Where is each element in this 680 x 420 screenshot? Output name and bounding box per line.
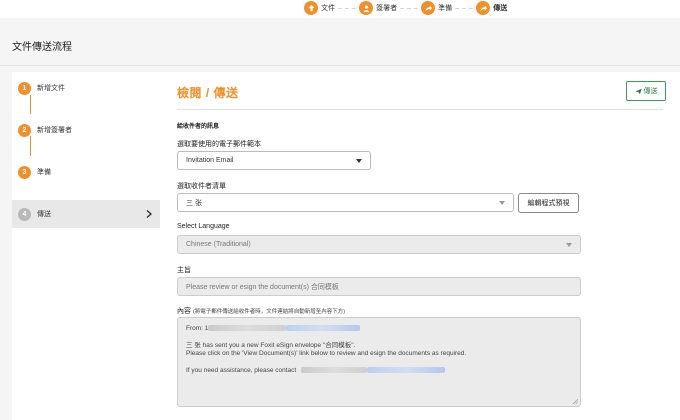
stepper-label-prepare: 準備 (438, 5, 453, 12)
stepper-connector: – – – (455, 4, 474, 12)
edit-preview-button[interactable]: 編輯程式預視 (518, 193, 579, 213)
email-template-value: Invitation Email (186, 157, 234, 164)
progress-stepper: 文件 – – – 簽署者 – – – 準備 – – – 傳送 (304, 1, 507, 15)
sidebar-item-prepare[interactable]: 3 準備 (12, 158, 160, 186)
section-title: 檢閱 / 傳送 (177, 86, 239, 100)
paper-plane-icon (634, 88, 642, 94)
subject-value: Please review or esign the document(s) 合… (186, 283, 339, 291)
recipient-list-label: 選取收件者清單 (177, 183, 226, 190)
language-value: Chinese (Traditional) (186, 241, 251, 248)
sidebar-item-add-signers[interactable]: 2 新增簽署者 (12, 116, 160, 144)
content-line-2: Please click on the 'View Document(s)' l… (186, 350, 467, 357)
stepper-connector: – – – (400, 4, 419, 12)
caret-down-icon (566, 243, 572, 247)
sidebar-item-label: 新增文件 (37, 85, 65, 92)
redacted-name (208, 325, 287, 332)
step-number-badge: 2 (18, 123, 31, 137)
content-label: 內容 (將電子郵件傳送給收件者時，文件連結將自動新增至內容下方) (177, 306, 345, 316)
top-stepper-bar: 文件 – – – 簽署者 – – – 準備 – – – 傳送 (0, 0, 680, 18)
page-header: 文件傳送流程 (0, 18, 680, 66)
content-help-line: If you need assistance, please contact (186, 367, 572, 376)
subject-label: 主旨 (177, 267, 191, 274)
share-arrow-icon (421, 1, 436, 15)
redacted-email (367, 366, 446, 373)
stepper-label-signers: 簽署者 (376, 5, 398, 12)
content-textarea[interactable]: From: 1 三 张 has sent you a new Foxit eSi… (177, 317, 581, 407)
stepper-label-send: 傳送 (493, 5, 508, 12)
send-button-label: 傳送 (643, 88, 658, 95)
content-from-line: From: 1 (186, 325, 572, 334)
person-icon (359, 1, 374, 15)
recipient-list-value: 三 张 (186, 199, 202, 207)
share-arrow-icon (476, 1, 491, 15)
stepper-connector: – – – (338, 4, 357, 12)
chevron-right-icon (146, 209, 153, 219)
document-upload-icon (304, 1, 318, 15)
send-button[interactable]: 傳送 (626, 81, 666, 101)
language-select[interactable]: Chinese (Traditional) (177, 235, 581, 254)
sidebar-item-send[interactable]: 4 傳送 (12, 200, 160, 228)
sidebar-item-label: 準備 (37, 169, 51, 176)
recipient-list-select[interactable]: 三 张 (177, 193, 514, 212)
caret-down-icon (499, 201, 505, 205)
page-title: 文件傳送流程 (12, 42, 72, 53)
recipient-info-label: 給收件者的訊息 (177, 124, 220, 130)
email-template-label: 選取要使用的電子郵件範本 (177, 141, 261, 148)
content-from-prefix: From: 1 (186, 325, 209, 332)
resize-handle-icon[interactable] (572, 398, 578, 404)
review-send-panel: 檢閱 / 傳送 傳送 給收件者的訊息 選取要使用的電子郵件範本 Invitati… (160, 72, 680, 420)
steps-sidebar: 1 新增文件 2 新增簽署者 3 準備 4 傳送 (12, 72, 160, 420)
language-label: Select Language (177, 223, 230, 230)
step-number-badge: 4 (18, 207, 31, 221)
email-template-select[interactable]: Invitation Email (177, 151, 371, 170)
caret-down-icon (356, 159, 362, 163)
subject-field[interactable]: Please review or esign the document(s) 合… (177, 277, 581, 296)
redacted-name (301, 366, 368, 373)
content-line-1: 三 张 has sent you a new Foxit eSign envel… (186, 341, 356, 349)
sidebar-item-label: 新增簽署者 (37, 127, 72, 134)
step-number-badge: 3 (18, 165, 31, 179)
sidebar-item-add-document[interactable]: 1 新增文件 (12, 74, 160, 102)
divider (177, 109, 663, 110)
step-number-badge: 1 (18, 81, 31, 95)
content-note: (將電子郵件傳送給收件者時，文件連結將自動新增至內容下方) (192, 309, 346, 315)
content-label-text: 內容 (177, 308, 191, 315)
content-line-3: If you need assistance, please contact (186, 366, 297, 374)
redacted-email (286, 325, 361, 332)
stepper-label-document: 文件 (321, 5, 335, 12)
sidebar-item-label: 傳送 (37, 211, 51, 218)
